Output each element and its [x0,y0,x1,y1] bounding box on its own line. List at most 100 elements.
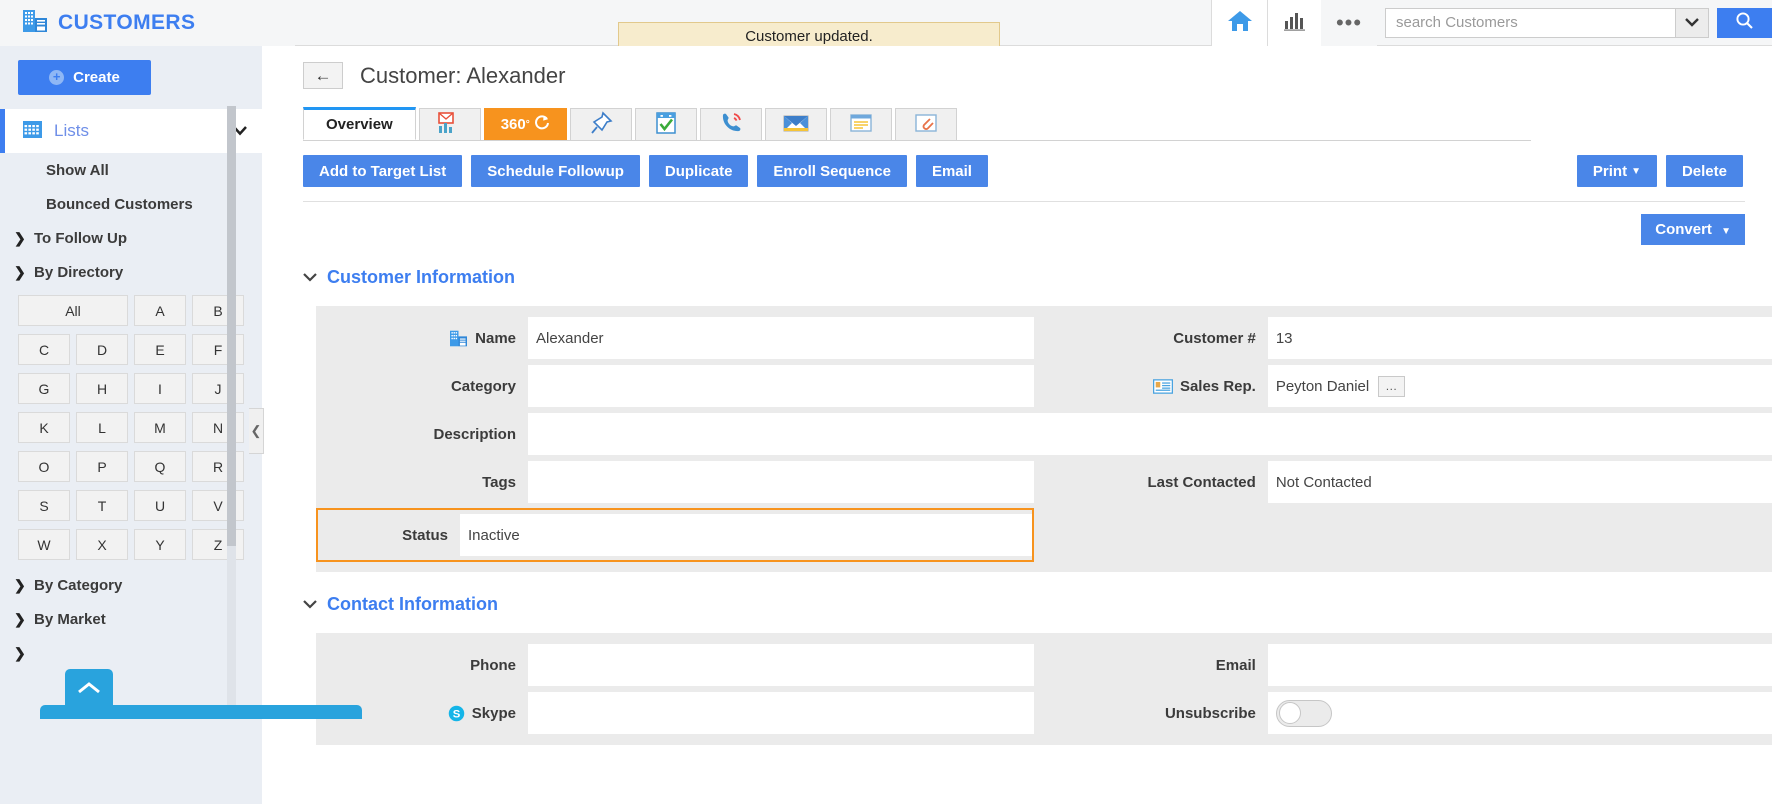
sidebar-scrollbar[interactable] [227,106,236,706]
sidebar-group-partial[interactable]: ❯ [0,636,262,670]
directory-letter-n[interactable]: N [192,412,244,443]
tab-calls[interactable] [699,108,762,140]
chevron-down-icon [303,596,317,613]
customer-information-panel: Name Alexander Customer # 13 Category Sa… [316,306,1772,572]
actions-divider [303,201,1745,202]
search-button[interactable] [1717,7,1772,38]
sidebar-item-bounced-customers[interactable]: Bounced Customers [0,187,262,221]
directory-letter-t[interactable]: T [76,490,128,521]
grid-icon [23,120,42,142]
search-dropdown-toggle[interactable] [1675,7,1709,38]
field-email: Email [1055,641,1772,689]
field-last-contacted-value[interactable]: Not Contacted [1267,461,1772,503]
create-button[interactable]: + Create [18,60,151,95]
directory-letter-f[interactable]: F [192,334,244,365]
directory-letter-d[interactable]: D [76,334,128,365]
column-gap [1034,689,1056,737]
field-tags-value[interactable] [528,461,1035,503]
directory-letter-e[interactable]: E [134,334,186,365]
reports-button[interactable] [1267,0,1321,46]
add-to-target-list-button[interactable]: Add to Target List [303,155,463,187]
search-input[interactable] [1385,7,1675,38]
sidebar-scrollbar-thumb[interactable] [227,106,236,546]
sidebar-group-to-follow-up[interactable]: ❯ To Follow Up [0,221,262,255]
directory-letter-z[interactable]: Z [192,529,244,560]
sidebar-item-bounced-customers-label: Bounced Customers [46,195,193,213]
field-status-label: Status [402,526,448,544]
directory-letter-o[interactable]: O [18,451,70,482]
sidebar-group-by-directory[interactable]: ❯ By Directory [0,255,262,289]
field-row: S Skype Unsubscribe [316,689,1772,737]
tab-360[interactable]: 360 ° [483,108,567,140]
directory-letter-m[interactable]: M [134,412,186,443]
enroll-sequence-button[interactable]: Enroll Sequence [757,155,907,187]
sidebar-collapse-toggle[interactable]: ❮ [249,408,264,454]
field-status-value[interactable]: Inactive [460,514,1033,556]
directory-letter-p[interactable]: P [76,451,128,482]
field-phone-label: Phone [316,641,528,689]
sidebar-item-show-all[interactable]: Show All [0,153,262,187]
envelope-icon [782,111,810,139]
section-header-customer-information[interactable]: Customer Information [303,267,1772,288]
tab-email-campaigns[interactable] [418,108,481,140]
sales-rep-picker-button[interactable]: … [1378,375,1406,397]
directory-letter-w[interactable]: W [18,529,70,560]
delete-button[interactable]: Delete [1665,155,1743,187]
bottom-status-bar[interactable] [40,705,362,719]
duplicate-button[interactable]: Duplicate [648,155,749,187]
sidebar-item-lists[interactable]: Lists [0,109,262,153]
tab-notes[interactable] [829,108,892,140]
field-description-value[interactable] [528,413,1772,455]
field-description-label: Description [316,410,528,458]
sidebar: + Create Lists Show All Bounced Customer… [0,46,262,804]
field-unsubscribe-value[interactable] [1267,692,1772,734]
field-customer-number-label: Customer # [1055,314,1268,362]
field-skype-value[interactable] [528,692,1035,734]
home-button[interactable] [1211,0,1267,46]
directory-letter-s[interactable]: S [18,490,70,521]
sidebar-group-by-category[interactable]: ❯ By Category [0,568,262,602]
directory-letter-c[interactable]: C [18,334,70,365]
convert-button[interactable]: Convert ▼ [1641,214,1745,245]
field-category-value[interactable] [528,365,1035,407]
directory-letter-k[interactable]: K [18,412,70,443]
directory-letter-g[interactable]: G [18,373,70,404]
tab-emails[interactable] [764,108,827,140]
directory-letter-all[interactable]: All [18,295,128,326]
directory-letter-a[interactable]: A [134,295,186,326]
sidebar-group-by-market[interactable]: ❯ By Market [0,602,262,636]
field-row: Name Alexander Customer # 13 [316,314,1772,362]
directory-letter-b[interactable]: B [192,295,244,326]
directory-letter-v[interactable]: V [192,490,244,521]
directory-letter-j[interactable]: J [192,373,244,404]
directory-letter-i[interactable]: I [134,373,186,404]
directory-letter-q[interactable]: Q [134,451,186,482]
directory-letter-y[interactable]: Y [134,529,186,560]
tab-attachments[interactable] [894,108,957,140]
tab-tasks[interactable] [634,108,697,140]
directory-letter-x[interactable]: X [76,529,128,560]
email-button[interactable]: Email [915,155,988,187]
directory-letter-l[interactable]: L [76,412,128,443]
field-tags: Tags [316,458,1035,506]
section-header-contact-information[interactable]: Contact Information [303,594,1772,615]
field-sales-rep-value[interactable]: Peyton Daniel … [1267,365,1772,407]
field-email-value[interactable] [1267,644,1772,686]
print-button-label: Print [1592,162,1628,180]
more-menu-button[interactable]: ••• [1321,0,1377,46]
print-button[interactable]: Print ▼ [1576,155,1657,187]
unsubscribe-toggle[interactable] [1275,699,1332,727]
directory-letter-h[interactable]: H [76,373,128,404]
column-gap [1034,362,1056,410]
tab-pinned[interactable] [569,108,632,140]
back-button[interactable]: ← [303,62,343,89]
field-phone-value[interactable] [528,644,1035,686]
schedule-followup-button[interactable]: Schedule Followup [471,155,640,187]
field-customer-number-value[interactable]: 13 [1267,317,1772,359]
directory-letter-u[interactable]: U [134,490,186,521]
tab-overview[interactable]: Overview [303,107,416,140]
directory-letter-r[interactable]: R [192,451,244,482]
record-action-buttons: Add to Target List Schedule Followup Dup… [303,155,1743,187]
column-gap [1034,506,1056,564]
field-name-value[interactable]: Alexander [528,317,1035,359]
